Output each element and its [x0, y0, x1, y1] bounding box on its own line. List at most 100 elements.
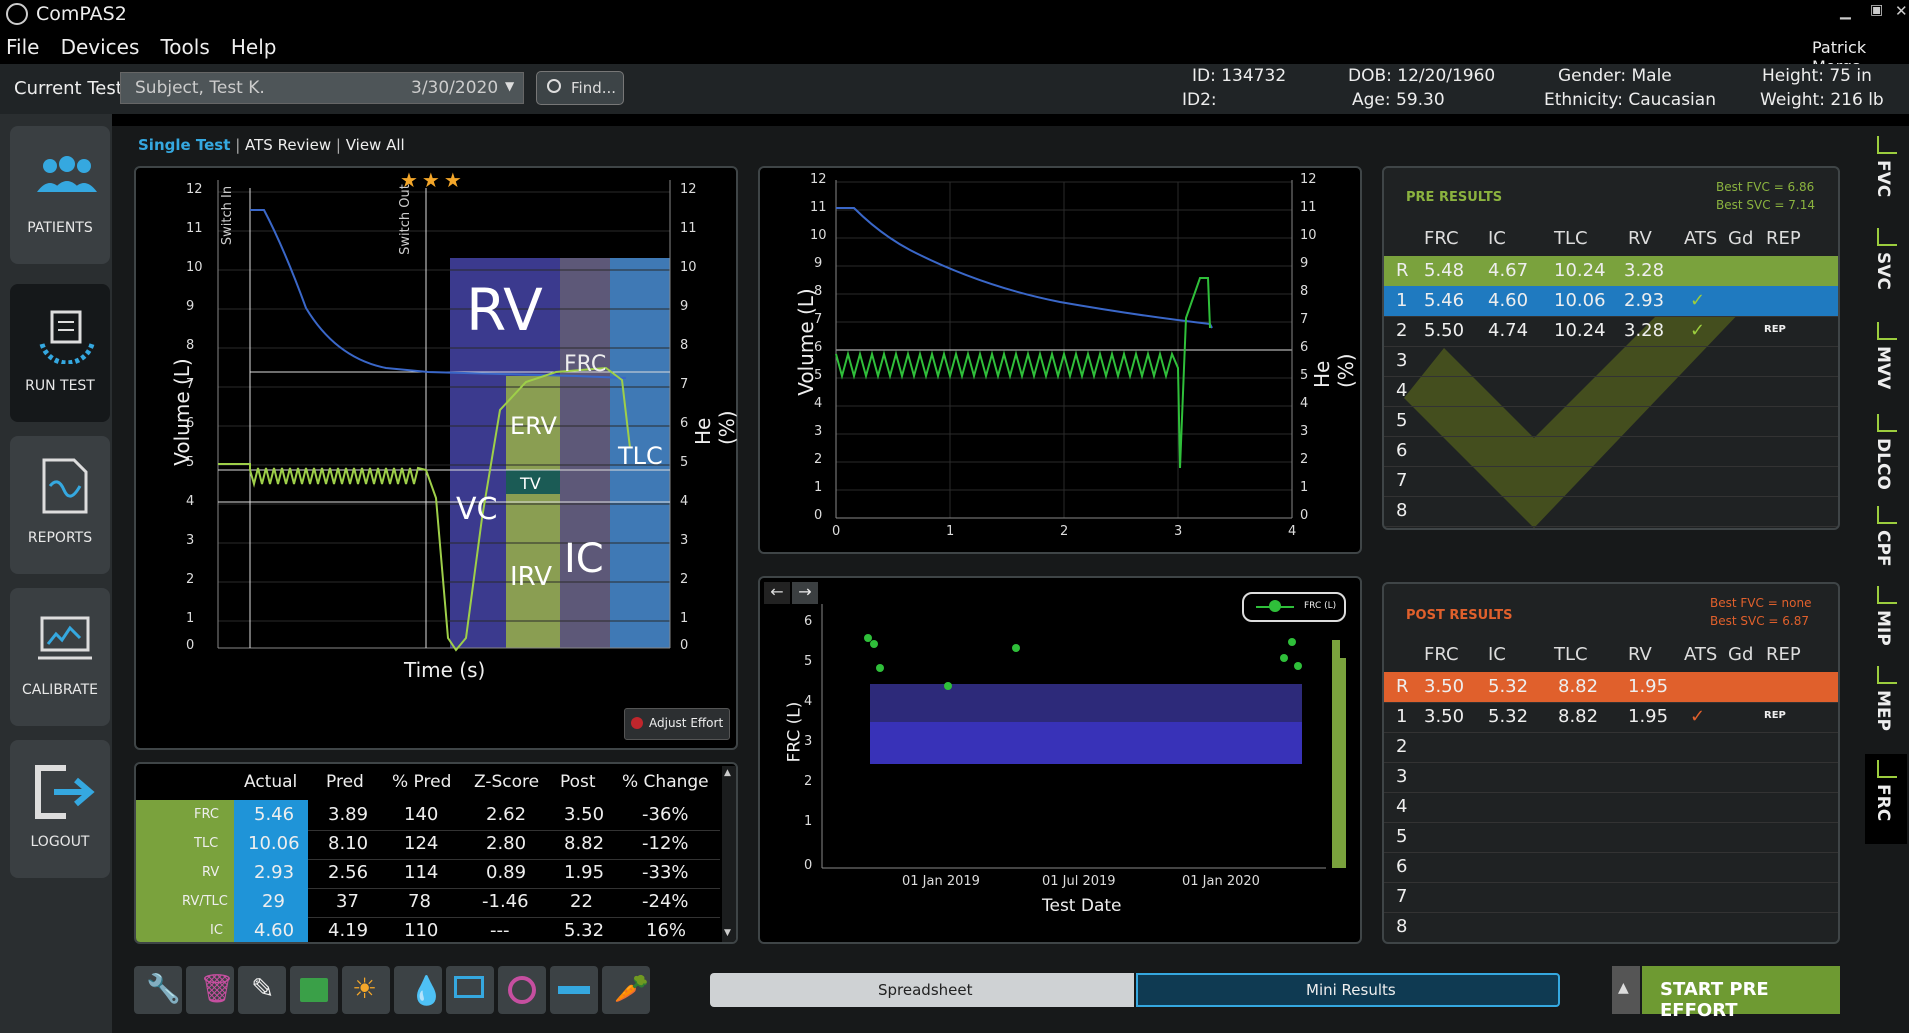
table-row[interactable]: RV 2.93 2.56 114 0.89 1.95 -33%: [136, 858, 720, 889]
table-row[interactable]: TLC 10.06 8.10 124 2.80 8.82 -12%: [136, 829, 720, 860]
trend-x-tick-2: 01 Jan 2020: [1182, 874, 1260, 889]
table-row[interactable]: 2: [1384, 732, 1838, 763]
reset-button[interactable]: [498, 966, 546, 1014]
menu-help[interactable]: Help: [231, 35, 277, 59]
table-row[interactable]: 5: [1384, 822, 1838, 853]
current-test-label: Current Test:: [14, 78, 129, 99]
table-row[interactable]: 4: [1384, 376, 1838, 407]
patient-age: Age: 59.30: [1352, 90, 1445, 110]
rail-frc[interactable]: FRC: [1865, 754, 1907, 844]
chevron-down-icon[interactable]: ▼: [505, 79, 514, 93]
current-test-select[interactable]: Subject, Test K. 3/30/2020 ▼: [120, 72, 524, 104]
edit-button[interactable]: ✎: [238, 966, 286, 1014]
cell-tlc: 10.24: [1554, 320, 1606, 341]
spreadsheet-button[interactable]: Spreadsheet: [710, 973, 1134, 1007]
mini-results-button[interactable]: Mini Results: [1136, 973, 1560, 1007]
vt-tick-l-3: 3: [814, 424, 823, 439]
close-icon[interactable]: ✕: [1895, 2, 1908, 20]
frc-trend-chart: ← → FRC (L) FRC (L) Test Date 6 5 4 3 2 …: [758, 576, 1362, 944]
switch-out-label: Switch Out: [397, 184, 413, 255]
vt-tick-l-8: 8: [814, 284, 823, 299]
nav-calibrate[interactable]: CALIBRATE: [10, 588, 110, 726]
vt-x-tick-1: 1: [946, 524, 955, 539]
syringe-button[interactable]: [550, 966, 598, 1014]
patient-id2: ID2:: [1182, 90, 1217, 110]
monitor-button[interactable]: [446, 966, 494, 1014]
table-row[interactable]: 8: [1384, 912, 1838, 942]
menu-file[interactable]: File: [6, 35, 39, 59]
label-tlc: TLC: [618, 442, 663, 470]
menu-devices[interactable]: Devices: [61, 35, 140, 59]
wrench-button[interactable]: 🔧: [134, 966, 182, 1014]
rail-cpf[interactable]: CPF: [1865, 500, 1907, 590]
table-row[interactable]: 7: [1384, 466, 1838, 497]
tab-ats-review[interactable]: ATS Review: [245, 136, 331, 154]
delete-button[interactable]: 🗑: [186, 966, 235, 1014]
table-row[interactable]: 2 5.50 4.74 10.24 3.28 ✓ REP: [1384, 316, 1838, 347]
carrot-button[interactable]: 🥕: [602, 966, 650, 1014]
rep-icon[interactable]: REP: [1764, 710, 1786, 721]
table-row[interactable]: 5: [1384, 406, 1838, 437]
nav-patients[interactable]: PATIENTS: [10, 126, 110, 264]
tab-view-all[interactable]: View All: [346, 136, 405, 154]
cell-ic: 5.32: [1488, 676, 1529, 697]
menu-tools[interactable]: Tools: [160, 35, 209, 59]
cell-rv: 1.95: [1628, 676, 1669, 697]
table-row[interactable]: 3: [1384, 762, 1838, 793]
rail-dlco[interactable]: DLCO: [1865, 408, 1907, 498]
trend-tick-6: 6: [804, 614, 813, 629]
cell-pred: 3.89: [328, 804, 369, 825]
nav-run-test-label: RUN TEST: [25, 378, 95, 394]
cell-pct-pred: 110: [404, 920, 439, 941]
tick-right-2: 2: [680, 572, 689, 587]
label-tv: TV: [520, 474, 541, 493]
cell-pct-pred: 124: [404, 833, 439, 854]
svc-icon: [1877, 228, 1897, 246]
adjust-effort-button[interactable]: Adjust Effort: [624, 708, 730, 740]
nav-run-test[interactable]: RUN TEST: [10, 284, 110, 422]
table-row[interactable]: R 5.48 4.67 10.24 3.28: [1384, 256, 1838, 287]
scroll-down-icon[interactable]: ▼: [724, 928, 731, 938]
cell-n: 1: [1396, 290, 1408, 311]
scrollbar[interactable]: ▲ ▼: [722, 766, 736, 942]
nav-logout[interactable]: LOGOUT: [10, 740, 110, 878]
scroll-up-icon[interactable]: ▲: [724, 768, 731, 778]
rail-mvv[interactable]: MVV: [1865, 316, 1907, 406]
dlco-icon: [1877, 414, 1897, 432]
maximize-icon[interactable]: ▣: [1870, 2, 1883, 18]
table-row[interactable]: 4: [1384, 792, 1838, 823]
start-pre-effort-button[interactable]: START PRE EFFORT: [1642, 966, 1840, 1021]
tab-single-test[interactable]: Single Test: [138, 136, 230, 154]
nav-reports[interactable]: REPORTS: [10, 436, 110, 574]
folder-user-icon: [300, 978, 328, 1002]
table-row[interactable]: R 3.50 5.32 8.82 1.95: [1384, 672, 1838, 703]
pre-best-fvc: Best FVC = 6.86: [1716, 180, 1815, 194]
cell-post: 22: [570, 891, 593, 912]
cell-pred: 37: [336, 891, 359, 912]
table-row[interactable]: 3: [1384, 346, 1838, 377]
table-row[interactable]: 8: [1384, 496, 1838, 527]
table-row[interactable]: 7: [1384, 882, 1838, 913]
folder-button[interactable]: [290, 966, 338, 1014]
table-row[interactable]: 1 5.46 4.60 10.06 2.93 ✓: [1384, 286, 1838, 317]
rail-mep[interactable]: MEP: [1865, 660, 1907, 750]
rail-fvc[interactable]: FVC: [1865, 130, 1907, 220]
weather-button[interactable]: ☀: [342, 966, 390, 1014]
table-row[interactable]: FRC 5.46 3.89 140 2.62 3.50 -36%: [136, 800, 720, 831]
tick-right-0: 0: [680, 638, 689, 653]
table-row[interactable]: 6: [1384, 852, 1838, 883]
tick-left-4: 4: [186, 494, 195, 509]
rep-icon[interactable]: REP: [1764, 324, 1786, 335]
minimize-icon[interactable]: ▁: [1840, 4, 1851, 20]
rail-svc[interactable]: SVC: [1865, 222, 1907, 312]
find-button[interactable]: Find...: [536, 71, 624, 105]
table-row[interactable]: 1 3.50 5.32 8.82 1.95 ✓ REP: [1384, 702, 1838, 733]
table-row[interactable]: IC 4.60 4.19 110 --- 5.32 16%: [136, 916, 720, 942]
rail-mip[interactable]: MIP: [1865, 580, 1907, 670]
table-row[interactable]: 6: [1384, 436, 1838, 467]
tick-right-8: 8: [680, 338, 689, 353]
table-row[interactable]: RV/TLC 29 37 78 -1.46 22 -24%: [136, 887, 720, 918]
blood-button[interactable]: 💧: [394, 966, 444, 1014]
pre-rows: R 5.48 4.67 10.24 3.28 1 5.46 4.60 10.06…: [1384, 256, 1838, 527]
expand-button[interactable]: ▲: [1612, 966, 1640, 1014]
